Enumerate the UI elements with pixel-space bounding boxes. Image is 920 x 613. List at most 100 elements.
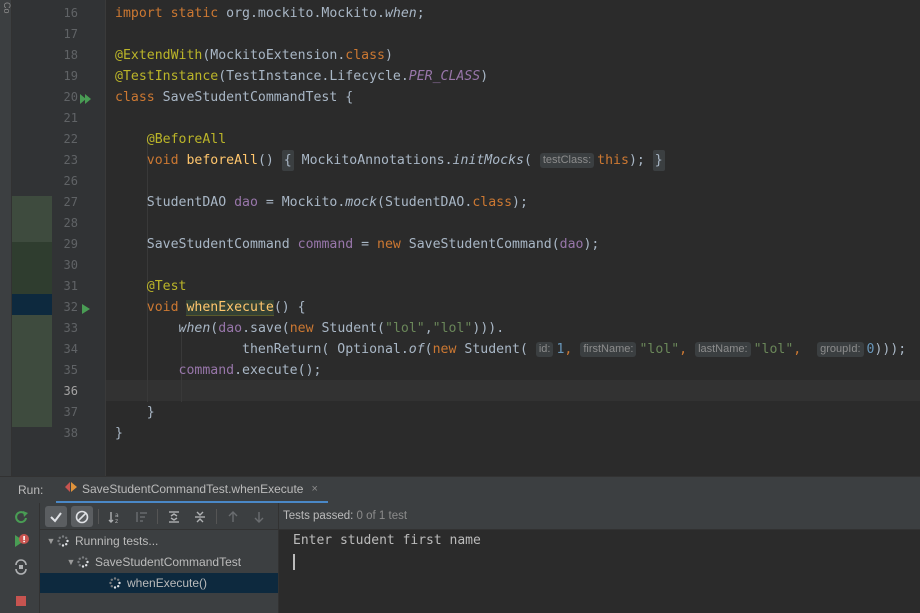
line-number[interactable]: 26 (52, 174, 78, 188)
code-token: mock (345, 195, 378, 210)
show-passed-icon[interactable] (45, 506, 67, 527)
rerun-icon[interactable] (13, 509, 29, 525)
code-token: new (432, 342, 465, 357)
rerun-failed-icon[interactable] (13, 533, 29, 549)
code-token: } (115, 426, 123, 441)
code-token: , (424, 321, 433, 336)
code-line[interactable]: StudentDAO dao = Mockito.mock(StudentDAO… (115, 192, 528, 213)
line-number[interactable]: 29 (52, 237, 78, 251)
run-method-icon[interactable] (80, 302, 92, 314)
show-ignored-icon[interactable] (71, 506, 93, 527)
code-line[interactable]: @TestInstance(TestInstance.Lifecycle.PER… (115, 66, 488, 87)
code-line[interactable]: @Test (115, 276, 187, 297)
line-number-gutter: 16 17 18 19 20 21 22 23 26 27 28 29 30 31 32 33 34 35 36 37… (52, 0, 106, 476)
tree-item[interactable]: ▼ Running tests... (40, 531, 278, 551)
code-line[interactable]: void beforeAll() { MockitoAnnotations.in… (115, 150, 665, 171)
stop-icon[interactable] (13, 593, 29, 609)
fold-marker[interactable]: { (281, 150, 294, 171)
test-tree[interactable]: ▼ Running tests... ▼ SaveStudentCommandTest… (40, 530, 278, 613)
line-number[interactable]: 23 (52, 153, 78, 167)
code-editor[interactable]: import static org.mockito.Mockito.when; @… (106, 0, 920, 476)
code-token: , (679, 342, 688, 357)
code-token: "lol" (639, 342, 680, 357)
code-line[interactable]: } (115, 423, 123, 444)
line-number[interactable]: 18 (52, 48, 78, 62)
fold-marker[interactable]: } (652, 150, 665, 171)
code-token: (MockitoExtension. (202, 48, 346, 63)
code-token: ); (512, 195, 528, 210)
tree-item[interactable]: whenExecute() (40, 573, 278, 593)
line-number[interactable]: 27 (52, 195, 78, 209)
code-token: @BeforeAll (146, 132, 227, 147)
tree-item-label: SaveStudentCommandTest (95, 555, 242, 569)
line-number[interactable]: 32 (52, 300, 78, 314)
line-number[interactable]: 20 (52, 90, 78, 104)
change-marker[interactable] (12, 196, 52, 242)
tree-item[interactable]: ▼ SaveStudentCommandTest (40, 552, 278, 572)
code-line[interactable]: } (115, 402, 155, 423)
structure-tool-label[interactable]: Co (0, 2, 12, 14)
next-failed-icon[interactable] (248, 506, 270, 527)
run-left-toolbar (0, 503, 40, 613)
code-token: beforeAll (186, 153, 258, 168)
line-number[interactable]: 36 (52, 384, 78, 398)
line-number[interactable]: 34 (52, 342, 78, 356)
line-number[interactable]: 17 (52, 27, 78, 41)
code-token: class (115, 90, 163, 105)
status-total: of 1 test (362, 510, 408, 522)
code-token: of (408, 342, 425, 357)
code-token: initMocks (452, 153, 524, 168)
code-line[interactable]: SaveStudentCommand command = new SaveStu… (115, 234, 600, 255)
parameter-hint: id: (535, 342, 554, 357)
code-token: thenReturn( Optional. (115, 342, 409, 357)
code-token: .execute(); (234, 363, 322, 378)
change-marker[interactable] (12, 242, 52, 294)
code-token: PER_CLASS (408, 69, 481, 84)
line-number[interactable]: 22 (52, 132, 78, 146)
code-token: when (384, 6, 417, 21)
code-line[interactable]: @BeforeAll (115, 129, 226, 150)
chevron-down-icon[interactable]: ▼ (46, 536, 56, 546)
close-tab-icon[interactable]: × (311, 483, 317, 495)
line-number[interactable]: 33 (52, 321, 78, 335)
test-runner-toolbar: az (40, 503, 278, 530)
chevron-down-icon[interactable]: ▼ (66, 557, 76, 567)
code-line[interactable]: command.execute(); (115, 360, 322, 381)
code-token: "lol" (385, 321, 425, 336)
run-config-tab[interactable]: SaveStudentCommandTest.whenExecute × (56, 477, 328, 504)
line-number[interactable]: 19 (52, 69, 78, 83)
line-number[interactable]: 21 (52, 111, 78, 125)
code-line[interactable]: thenReturn( Optional.of(new Student( id:… (115, 339, 906, 360)
line-number[interactable]: 28 (52, 216, 78, 230)
code-token: dao (559, 237, 584, 252)
console-output[interactable]: Enter student first name (278, 530, 920, 613)
code-line[interactable]: class SaveStudentCommandTest { (115, 87, 353, 108)
change-marker[interactable] (12, 315, 52, 427)
code-token: () (257, 153, 282, 168)
code-token: SaveStudentCommand (115, 237, 298, 252)
code-line[interactable]: @ExtendWith(MockitoExtension.class) (115, 45, 393, 66)
run-class-icon[interactable] (80, 92, 92, 104)
tree-item-label: Running tests... (75, 534, 159, 548)
line-number[interactable]: 35 (52, 363, 78, 377)
sort-alpha-icon[interactable]: az (104, 506, 126, 527)
code-line[interactable]: import static org.mockito.Mockito.when; (115, 3, 425, 24)
expand-all-icon[interactable] (163, 506, 185, 527)
parameter-hint: firstName: (580, 342, 637, 357)
line-number[interactable]: 30 (52, 258, 78, 272)
code-line[interactable]: when(dao.save(new Student("lol","lol")))… (115, 318, 505, 339)
collapse-all-icon[interactable] (189, 506, 211, 527)
line-number[interactable]: 38 (52, 426, 78, 440)
code-token: Student( (464, 342, 536, 357)
code-token: this (597, 153, 629, 168)
line-number[interactable]: 31 (52, 279, 78, 293)
prev-failed-icon[interactable] (222, 506, 244, 527)
sort-duration-icon[interactable] (130, 506, 152, 527)
code-token: @Test (146, 279, 187, 294)
code-line[interactable]: void whenExecute() { (115, 297, 306, 318)
line-number[interactable]: 16 (52, 6, 78, 20)
line-number[interactable]: 37 (52, 405, 78, 419)
toggle-auto-test-icon[interactable] (13, 559, 29, 575)
running-spinner-icon (76, 555, 90, 569)
